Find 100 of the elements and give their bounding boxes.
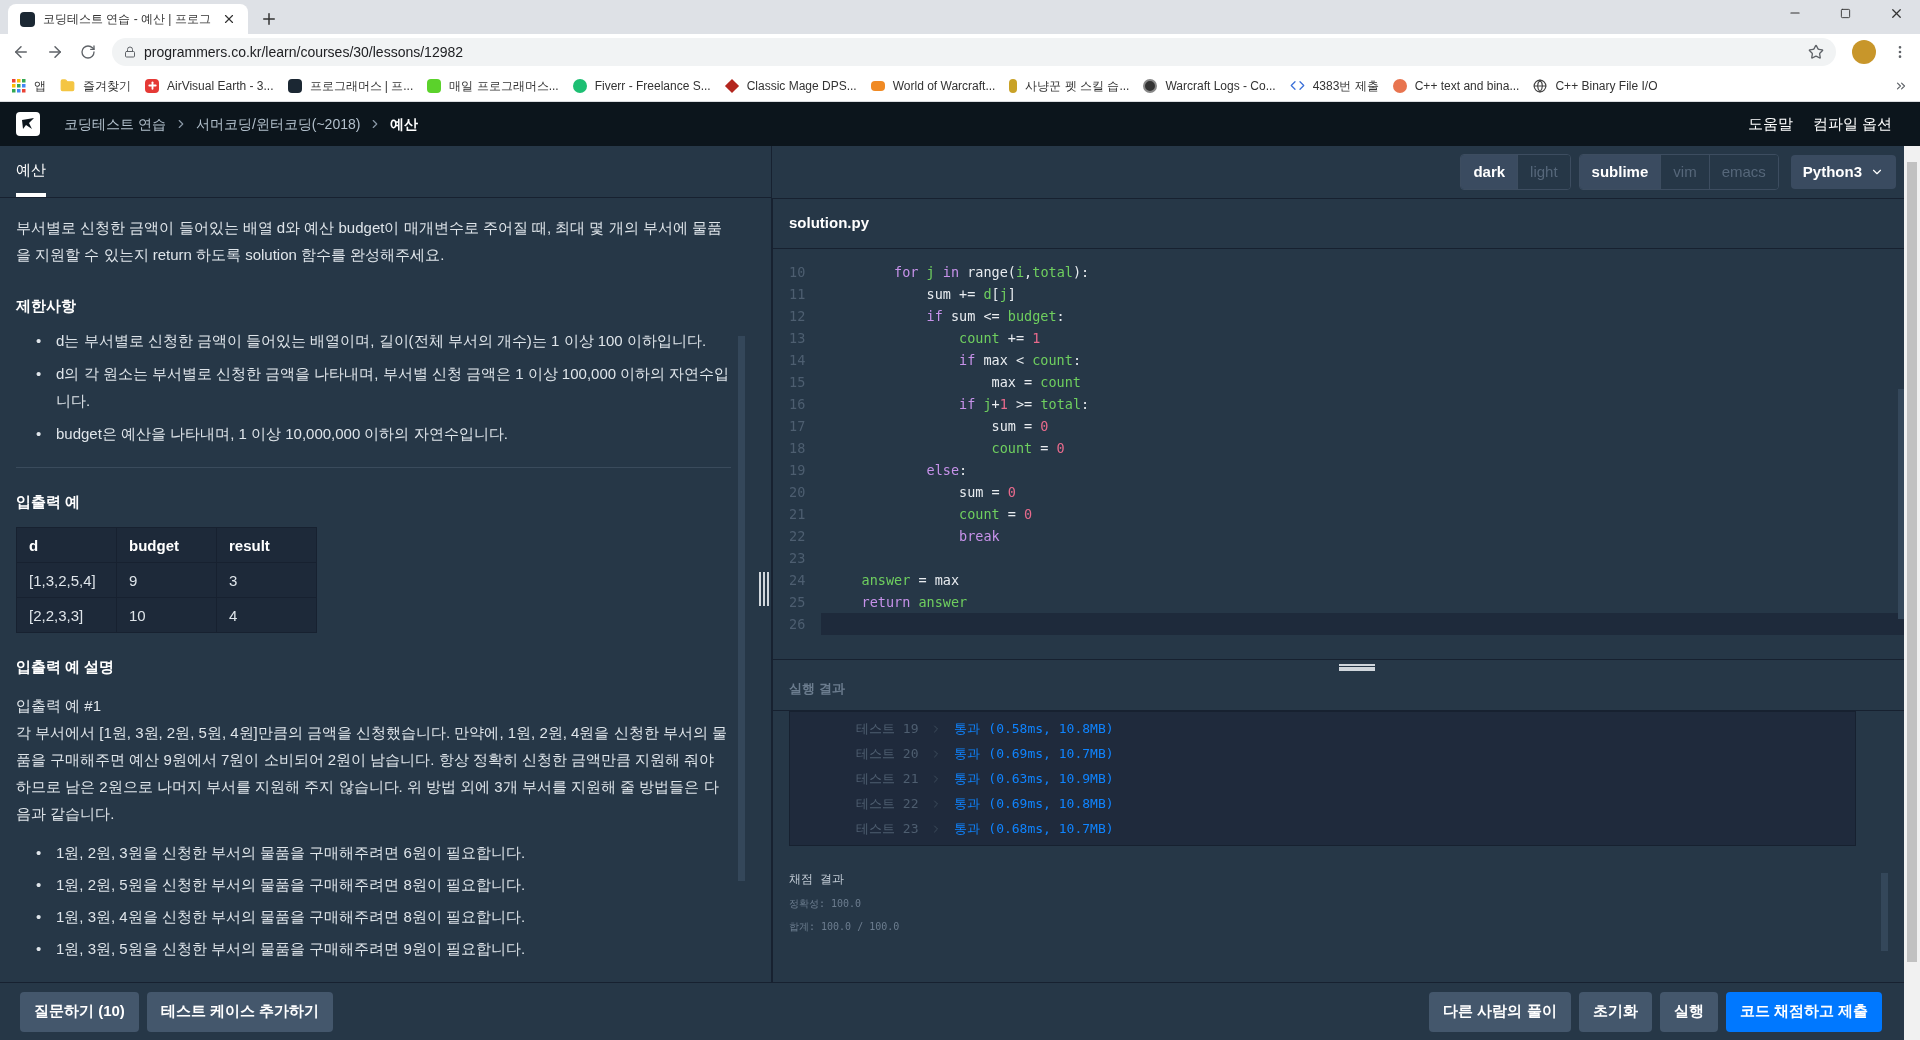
logo-icon (870, 80, 885, 91)
bookmark-item[interactable]: 앱 (12, 76, 46, 95)
bullet: • (36, 907, 43, 927)
test-result: 통과 (0.58ms, 10.8MB) (954, 719, 1114, 738)
address-bar[interactable]: programmers.co.kr/learn/courses/30/lessons/12982 (112, 38, 1836, 66)
code-line: return answer (860, 592, 968, 612)
apps-grid-icon (12, 78, 26, 93)
code-line: break (958, 526, 1000, 546)
file-name: solution.py (789, 213, 869, 234)
table-cell: 9 (116, 562, 217, 598)
bookmark-item[interactable]: C++ text and bina... (1392, 76, 1520, 95)
explanation-item: 1원, 3원, 5원을 신청한 부서의 물품을 구매해주려면 9원이 필요합니다. (56, 939, 526, 959)
bookmark-item[interactable]: 매일 프로그래머스... (427, 76, 559, 95)
logo-icon[interactable] (16, 112, 40, 136)
star-icon[interactable] (1808, 44, 1824, 60)
table-cell: [2,2,3,3] (16, 597, 117, 633)
globe-icon (1533, 78, 1548, 93)
footer-button[interactable]: 실행 (1659, 991, 1718, 1032)
constraint-item: d의 각 원소는 부서별로 신청한 금액을 나타내며, 부서별 신청 금액은 1 이상 100,000 이하의 자연수입니다. (56, 364, 731, 411)
restore-icon[interactable] (1840, 8, 1851, 19)
bookmark-item[interactable]: World of Warcraft... (870, 76, 996, 95)
bookmark-item[interactable]: 4383번 제출 (1289, 76, 1379, 95)
language-dropdown[interactable]: Python3 (1790, 155, 1896, 189)
square-logo-icon (427, 78, 442, 93)
bookmark-item[interactable]: 프로그래머스 | 프... (287, 76, 414, 95)
test-result: 통과 (0.69ms, 10.8MB) (954, 794, 1114, 813)
section-title: 제한사항 (16, 296, 77, 316)
folder-icon (60, 78, 75, 93)
test-result: 통과 (0.69ms, 10.7MB) (954, 744, 1114, 763)
constraint-item: budget은 예산을 나타내며, 1 이상 10,000,000 이하의 자연수입니다. (56, 424, 508, 444)
footer-button[interactable]: 초기화 (1578, 991, 1652, 1032)
section-title: 입출력 예 설명 (16, 657, 116, 677)
code-line: for j in range(i,total): (893, 262, 1090, 282)
footer-button[interactable]: 다른 사람의 풀이 (1429, 991, 1571, 1032)
code-icon (1289, 78, 1305, 93)
footer-button[interactable]: 테스트 케이스 추가하기 (146, 991, 334, 1032)
column-header: d (16, 527, 117, 563)
code-line: else: (925, 460, 968, 480)
total-text: 합계: 100.0 / 100.0 (789, 920, 901, 934)
breadcrumb-link[interactable]: 예산 (390, 113, 419, 135)
resize-handle[interactable] (1338, 664, 1375, 671)
explanation-item: 1원, 3원, 4원을 신청한 부서의 물품을 구매해주려면 8원이 필요합니다. (56, 907, 526, 927)
scrollbar-thumb[interactable] (1898, 389, 1904, 619)
table-cell: 3 (216, 562, 317, 598)
toggle-option[interactable]: dark (1461, 155, 1518, 189)
profile-avatar[interactable] (1852, 40, 1876, 64)
grading-title: 채점 결과 (789, 871, 846, 888)
new-tab-icon[interactable] (260, 10, 278, 28)
splitter-handle[interactable] (759, 572, 769, 606)
bullet: • (36, 424, 43, 444)
test-result: 통과 (0.63ms, 10.9MB) (954, 769, 1114, 788)
footer-button[interactable]: 코드 채점하고 제출 (1725, 991, 1882, 1032)
footer-button[interactable]: 질문하기 (10) (20, 991, 139, 1032)
breadcrumb-link[interactable]: 코딩테스트 연습 (64, 113, 166, 135)
code-line: answer = max (860, 570, 960, 590)
logo-icon (20, 11, 35, 27)
url-text: programmers.co.kr/learn/courses/30/lessons/12982 (144, 42, 464, 62)
bookmark-item[interactable]: AirVisual Earth - 3... (145, 76, 274, 95)
column-header: budget (116, 527, 217, 563)
browser-tab[interactable]: 코딩테스트 연습 - 예산 | 프로그 (8, 4, 248, 34)
problem-tab[interactable]: 예산 (16, 158, 46, 197)
accuracy-text: 정확성: 100.0 (789, 897, 863, 911)
panel-title: 실행 결과 (789, 680, 845, 699)
header-link[interactable]: 도움말 (1747, 112, 1793, 136)
bullet: • (36, 331, 43, 351)
bullet: • (36, 843, 43, 863)
bullet: • (36, 939, 43, 959)
code-line: if sum <= budget: (925, 306, 1065, 326)
column-header: result (216, 527, 317, 563)
bookmark-item[interactable]: C++ Binary File I/O (1533, 76, 1658, 95)
toggle-option[interactable]: sublime (1579, 155, 1661, 189)
cross-icon (145, 78, 159, 93)
bullet: • (36, 364, 43, 384)
bookmark-item[interactable]: Fiverr - Freelance S... (572, 76, 711, 95)
code-line: count = 0 (990, 438, 1065, 458)
table-cell: 4 (216, 597, 317, 633)
constraint-item: d는 부서별로 신청한 금액이 들어있는 배열이며, 길이(전체 부서의 개수)는 1 이상 100 이하입니다. (56, 331, 707, 351)
explanation-text: 각 부서에서 [1원, 3원, 2원, 5원, 4원]만큼의 금액을 신청했습니다. 만약에, 1원, 2원, 4원을 신청한 부서의 물품을 구매해주면 예산 9원에서 7원이 소비되어 2원이 남습니다. 항상 정확히 신청한 금액만큼 지원해 줘야 하므로 남은 2원으로 나머지 부서를 지원해 주지 않습니다. 위 방법 외에 3개 부서를 지원해 줄 방법들은 다음과 같습니다. (16, 723, 728, 824)
bookmark-item[interactable]: 즐겨찾기 (60, 76, 131, 95)
close-window-icon[interactable] (1889, 6, 1904, 21)
explanation-item: 1원, 2원, 5원을 신청한 부서의 물품을 구매해주려면 8원이 필요합니다. (56, 875, 526, 895)
code-line: max = count (990, 372, 1081, 392)
reload-icon[interactable] (80, 44, 96, 60)
code-line: sum = 0 (990, 416, 1049, 436)
explanation-item: 1원, 2원, 3원을 신청한 부서의 물품을 구매해주려면 6원이 필요합니다. (56, 843, 526, 863)
test-result: 통과 (0.68ms, 10.7MB) (954, 819, 1114, 838)
bookmark-item[interactable]: 사냥꾼 펫 스킬 습... (1009, 76, 1130, 95)
back-icon[interactable] (12, 43, 30, 61)
round-logo-icon (1143, 78, 1158, 93)
scrollbar-thumb[interactable] (1907, 162, 1917, 962)
bookmark-item[interactable]: Warcraft Logs - Co... (1143, 76, 1276, 95)
logo-icon (287, 78, 302, 93)
description-text: 부서별로 신청한 금액이 들어있는 배열 d와 예산 budget이 매개변수로 주어질 때, 최대 몇 개의 부서에 물품을 지원할 수 있는지 return 하도록 solution 함수를 완성해주세요. (16, 218, 723, 265)
bullet: • (36, 875, 43, 895)
header-link[interactable]: 컴파일 옵션 (1812, 112, 1892, 136)
close-icon[interactable] (222, 12, 236, 26)
bookmark-item[interactable]: Classic Mage DPS... (724, 76, 857, 95)
table-cell: 10 (116, 597, 217, 633)
breadcrumb-link[interactable]: 서머코딩/윈터코딩(~2018) (195, 113, 361, 135)
forward-icon[interactable] (46, 43, 64, 61)
